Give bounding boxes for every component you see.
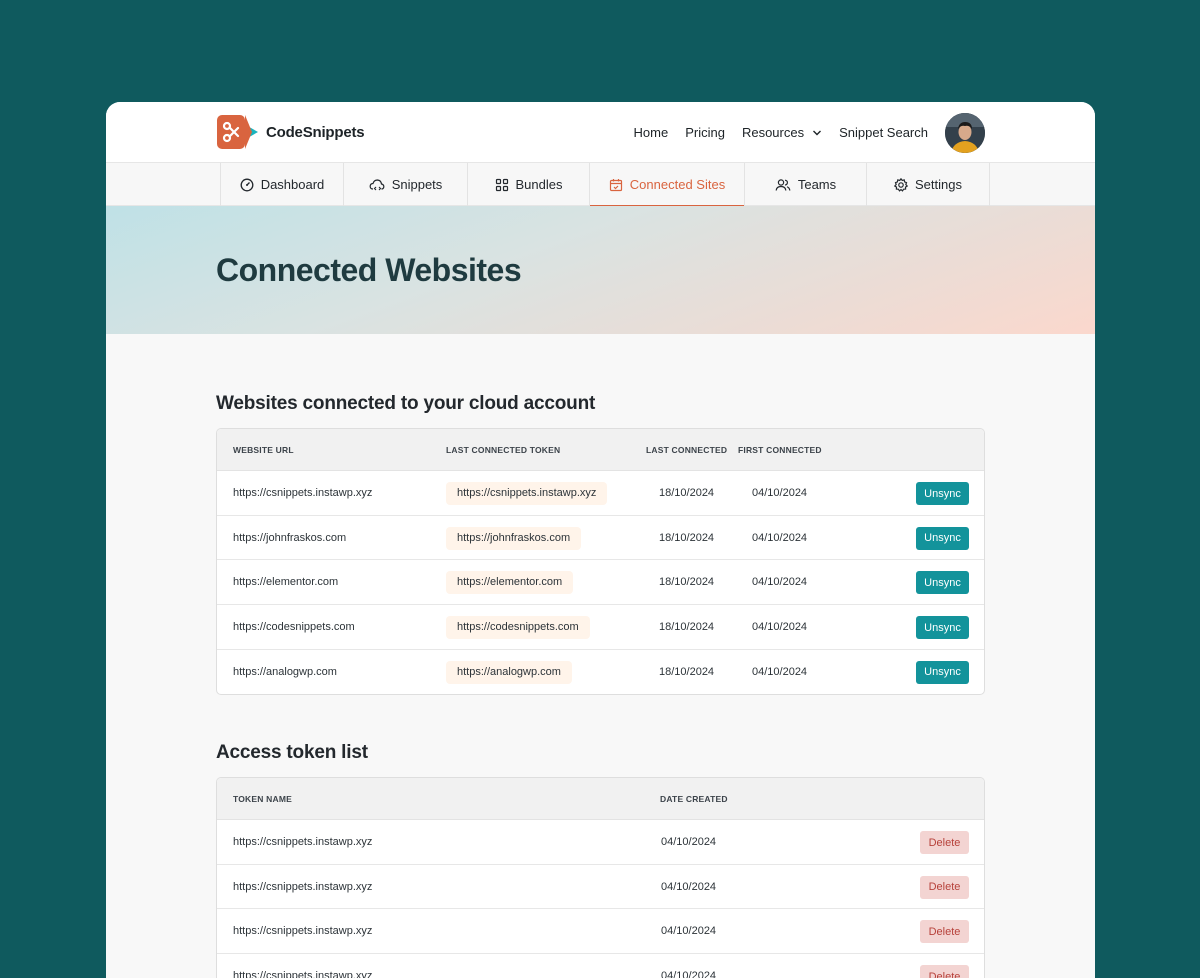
website-url: https://codesnippets.com [233, 621, 355, 634]
col-last-connected: LAST CONNECTED [646, 445, 728, 455]
delete-button[interactable]: Delete [920, 965, 969, 978]
cloud-code-icon [369, 178, 385, 190]
website-url: https://analogwp.com [233, 665, 337, 678]
token-pill: https://csnippets.instawp.xyz [446, 482, 608, 505]
last-connected-date: 18/10/2024 [659, 531, 715, 544]
token-name: https://csnippets.instawp.xyz [233, 970, 373, 978]
tab-settings-label: Settings [915, 177, 962, 192]
first-connected-date: 04/10/2024 [752, 576, 808, 589]
tab-connected-sites[interactable]: Connected Sites [590, 163, 745, 207]
tab-row: Dashboard Snippets Bundles Connected Sit… [220, 163, 990, 207]
tokens-table: TOKEN NAME DATE CREATED https://csnippet… [216, 777, 985, 978]
table-row: https://codesnippets.com https://codesnip… [217, 605, 984, 650]
calendar-check-icon [609, 178, 622, 191]
gear-icon [894, 177, 908, 192]
nav-home[interactable]: Home [634, 125, 669, 140]
table-row: https://csnippets.instawp.xyz 04/10/2024 D… [217, 954, 984, 978]
table-row: https://johnfraskos.com https://johnfrask… [217, 516, 984, 561]
section-tabs: Dashboard Snippets Bundles Connected Sit… [106, 163, 1095, 207]
last-connected-date: 18/10/2024 [659, 576, 715, 589]
col-date-created: DATE CREATED [660, 794, 728, 804]
users-icon [775, 178, 791, 191]
token-date-created: 04/10/2024 [661, 880, 717, 893]
brand-name: CodeSnippets [266, 123, 365, 141]
website-url: https://johnfraskos.com [233, 531, 347, 544]
main-nav: Home Pricing Resources Snippet Search [634, 102, 985, 163]
unsync-button[interactable]: Unsync [916, 526, 969, 550]
table-row: https://analogwp.com https://analogwp.com… [217, 650, 984, 695]
tokens-section-title: Access token list [216, 742, 368, 763]
token-name: https://csnippets.instawp.xyz [233, 880, 373, 893]
col-website-url: WEBSITE URL [233, 445, 294, 455]
col-first-connected: FIRST CONNECTED [738, 445, 822, 455]
token-pill: https://analogwp.com [446, 660, 572, 684]
first-connected-date: 04/10/2024 [752, 621, 808, 634]
tab-snippets[interactable]: Snippets [344, 163, 468, 206]
grid-icon [495, 178, 508, 191]
table-row: https://csnippets.instawp.xyz 04/10/2024 D… [217, 820, 984, 865]
codesnippets-logo-icon [216, 113, 262, 151]
tab-teams[interactable]: Teams [745, 163, 867, 206]
websites-table-header: WEBSITE URL LAST CONNECTED TOKEN LAST CO… [217, 429, 984, 471]
first-connected-date: 04/10/2024 [752, 531, 808, 544]
delete-button[interactable]: Delete [920, 831, 969, 854]
last-connected-date: 18/10/2024 [659, 621, 715, 634]
nav-resources-label: Resources [741, 125, 805, 140]
token-date-created: 04/10/2024 [661, 836, 717, 848]
page-title: Connected Websites [216, 252, 522, 288]
nav-resources[interactable]: Resources [742, 125, 822, 140]
token-pill: https://johnfraskos.com [446, 526, 582, 550]
website-url: https://elementor.com [233, 576, 339, 589]
delete-button[interactable]: Delete [920, 875, 969, 899]
token-date-created: 04/10/2024 [661, 970, 717, 978]
last-connected-date: 18/10/2024 [659, 665, 715, 678]
first-connected-date: 04/10/2024 [752, 487, 808, 499]
first-connected-date: 04/10/2024 [752, 665, 808, 678]
unsync-button[interactable]: Unsync [916, 482, 969, 505]
page-hero: Connected Websites [106, 206, 1095, 334]
user-avatar[interactable] [945, 112, 985, 153]
nav-pricing[interactable]: Pricing [685, 125, 725, 140]
websites-table: WEBSITE URL LAST CONNECTED TOKEN LAST CO… [216, 428, 985, 696]
token-date-created: 04/10/2024 [661, 925, 717, 938]
tab-bundles[interactable]: Bundles [468, 163, 590, 206]
tab-snippets-label: Snippets [391, 177, 443, 192]
tokens-table-header: TOKEN NAME DATE CREATED [217, 778, 984, 820]
table-row: https://csnippets.instawp.xyz 04/10/2024 D… [217, 909, 984, 955]
tokens-table-body: https://csnippets.instawp.xyz 04/10/2024 D… [217, 820, 984, 978]
token-name: https://csnippets.instawp.xyz [233, 925, 373, 938]
token-pill: https://elementor.com [446, 571, 574, 595]
col-token-name: TOKEN NAME [233, 794, 292, 804]
tab-dashboard-label: Dashboard [260, 177, 325, 192]
tab-settings[interactable]: Settings [867, 163, 990, 206]
nav-snippet-search[interactable]: Snippet Search [839, 125, 928, 140]
chevron-down-icon [813, 130, 822, 135]
table-row: https://csnippets.instawp.xyz https://csn… [217, 471, 984, 516]
tab-bundles-label: Bundles [515, 177, 563, 192]
tab-dashboard[interactable]: Dashboard [221, 163, 344, 206]
col-last-connected-token: LAST CONNECTED TOKEN [446, 445, 561, 455]
token-name: https://csnippets.instawp.xyz [233, 836, 373, 848]
unsync-button[interactable]: Unsync [916, 660, 969, 684]
unsync-button[interactable]: Unsync [916, 571, 969, 595]
brand-logo[interactable]: CodeSnippets [216, 113, 365, 151]
website-url: https://csnippets.instawp.xyz [233, 487, 373, 499]
top-header: CodeSnippets Home Pricing Resources Snip… [106, 102, 1095, 163]
tab-teams-label: Teams [797, 177, 837, 192]
tab-connected-sites-label: Connected Sites [629, 177, 726, 192]
gauge-icon [240, 178, 254, 191]
table-row: https://csnippets.instawp.xyz 04/10/2024 D… [217, 865, 984, 910]
unsync-button[interactable]: Unsync [916, 616, 969, 640]
table-row: https://elementor.com https://elementor.c… [217, 560, 984, 606]
last-connected-date: 18/10/2024 [659, 487, 715, 499]
websites-table-body: https://csnippets.instawp.xyz https://csn… [217, 471, 984, 694]
delete-button[interactable]: Delete [920, 920, 969, 944]
app-window: CodeSnippets Home Pricing Resources Snip… [106, 102, 1095, 978]
websites-section-title: Websites connected to your cloud account [216, 393, 596, 414]
token-pill: https://codesnippets.com [446, 616, 590, 640]
